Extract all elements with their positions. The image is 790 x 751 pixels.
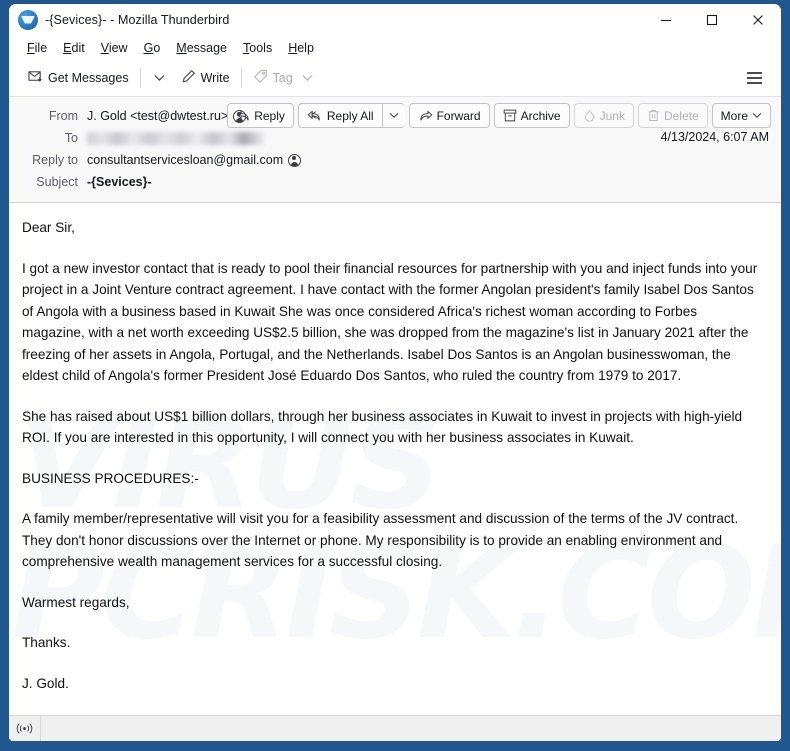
reply-all-label: Reply All	[326, 108, 374, 123]
to-value-group	[87, 131, 265, 145]
more-label: More	[720, 108, 748, 123]
body-paragraph: Warmest regards,	[22, 594, 130, 610]
reply-to-value[interactable]: consultantservicesloan@gmail.com	[87, 153, 283, 167]
trash-can-icon	[647, 109, 660, 122]
archive-box-icon	[503, 109, 517, 122]
get-messages-label: Get Messages	[48, 71, 129, 85]
delete-label: Delete	[663, 108, 699, 123]
body-paragraph: She has raised about US$1 billion dollar…	[22, 408, 743, 446]
hamburger-menu-icon[interactable]	[741, 65, 767, 91]
message-actions-toolbar: Reply Reply All Forward Archive Junk Del…	[227, 103, 771, 128]
delete-button[interactable]: Delete	[637, 103, 708, 128]
reply-all-group: Reply All	[297, 103, 405, 128]
menu-tools[interactable]: Tools	[235, 38, 280, 58]
message-body-text: Dear Sir, I got a new investor contact t…	[22, 217, 763, 694]
more-button[interactable]: More	[711, 103, 771, 128]
archive-button[interactable]: Archive	[493, 103, 570, 128]
reply-all-arrow-icon	[307, 109, 323, 122]
reply-all-dropdown-chevron-down-icon[interactable]	[381, 103, 405, 128]
menu-file[interactable]: File	[19, 38, 55, 58]
to-value-redacted[interactable]	[87, 131, 265, 145]
menu-edit[interactable]: Edit	[55, 38, 93, 58]
from-value-group: J. Gold <test@dwtest.ru>	[87, 109, 247, 123]
status-bar	[9, 715, 781, 741]
reply-all-button[interactable]: Reply All	[297, 103, 382, 128]
thunderbird-logo-icon	[18, 9, 38, 30]
forward-arrow-icon	[418, 109, 433, 122]
junk-flame-icon	[583, 109, 596, 122]
archive-label: Archive	[520, 108, 561, 123]
menu-message[interactable]: Message	[168, 38, 235, 58]
desktop-background: -{Sevices}- - Mozilla Thunderbird File E…	[0, 0, 790, 751]
tag-icon	[253, 69, 268, 87]
forward-button[interactable]: Forward	[408, 103, 490, 128]
maximize-icon[interactable]	[689, 4, 735, 35]
window-title: -{Sevices}- - Mozilla Thunderbird	[45, 12, 230, 27]
pencil-icon	[181, 69, 196, 87]
body-paragraph: A family member/representative will visi…	[22, 511, 739, 569]
to-label: To	[64, 131, 78, 145]
reply-to-contact-icon[interactable]	[288, 153, 302, 167]
close-icon[interactable]	[735, 4, 781, 35]
tag-label: Tag	[272, 71, 293, 85]
envelope-download-icon	[28, 69, 43, 87]
header-row-reply-to: Reply to consultantservicesloan@gmail.co…	[9, 149, 781, 171]
body-paragraph: Dear Sir,	[22, 220, 75, 235]
thunderbird-window: -{Sevices}- - Mozilla Thunderbird File E…	[9, 4, 781, 741]
message-body-pane: VIRUS PCRISK.COM Dear Sir, I got a new i…	[9, 203, 781, 715]
broadcast-signal-icon[interactable]	[9, 715, 41, 741]
header-row-subject: Subject -{Sevices}-	[9, 171, 781, 193]
write-button[interactable]: Write	[174, 65, 237, 91]
message-date: 4/13/2024, 6:07 AM	[660, 130, 769, 144]
body-paragraph: J. Gold.	[22, 675, 69, 691]
from-contact-icon[interactable]	[233, 109, 247, 123]
from-value[interactable]: J. Gold <test@dwtest.ru>	[87, 109, 228, 123]
title-bar: -{Sevices}- - Mozilla Thunderbird	[9, 4, 781, 35]
from-label: From	[48, 109, 78, 123]
message-header-pane: Reply Reply All Forward Archive Junk Del…	[9, 96, 781, 203]
window-controls	[643, 4, 781, 35]
reply-label: Reply	[254, 108, 285, 123]
tag-chevron-down-icon	[302, 71, 313, 85]
forward-label: Forward	[436, 108, 481, 123]
main-toolbar: Get Messages Write Tag	[9, 60, 781, 96]
more-chevron-down-icon	[752, 112, 762, 119]
toolbar-divider-2	[240, 68, 242, 88]
menu-bar: File Edit View Go Message Tools Help	[9, 35, 781, 60]
reply-to-value-group: consultantservicesloan@gmail.com	[87, 153, 302, 167]
subject-value: -{Sevices}-	[87, 175, 152, 189]
menu-go[interactable]: Go	[136, 38, 169, 58]
reply-to-label: Reply to	[32, 153, 78, 167]
junk-label: Junk	[599, 108, 625, 123]
junk-button[interactable]: Junk	[573, 103, 634, 128]
body-paragraph: BUSINESS PROCEDURES:-	[22, 470, 199, 486]
body-paragraph: I got a new investor contact that is rea…	[22, 260, 758, 384]
get-messages-dropdown-chevron-down-icon[interactable]	[145, 70, 174, 86]
tag-button[interactable]: Tag	[246, 65, 320, 91]
get-messages-button[interactable]: Get Messages	[21, 65, 136, 91]
body-paragraph: Thanks.	[22, 635, 71, 650]
menu-view[interactable]: View	[93, 38, 136, 58]
write-label: Write	[200, 71, 230, 85]
minimize-icon[interactable]	[643, 4, 689, 35]
subject-label: Subject	[36, 175, 78, 189]
toolbar-divider-1	[139, 68, 141, 88]
menu-help[interactable]: Help	[280, 38, 322, 58]
